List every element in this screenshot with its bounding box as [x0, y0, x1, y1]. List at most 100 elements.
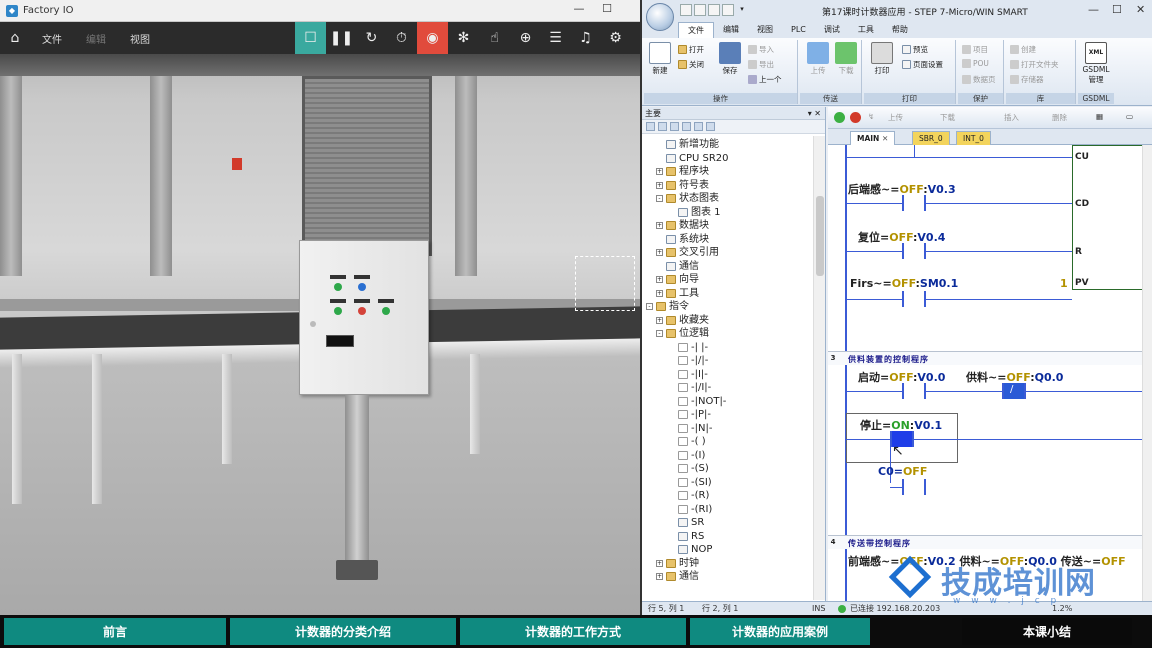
tab-plc[interactable]: PLC — [782, 22, 815, 38]
upload-button[interactable]: 上传 — [804, 42, 832, 76]
data-page-button[interactable]: 数据页 — [962, 74, 996, 85]
home-icon[interactable]: ⌂ — [0, 22, 30, 54]
minimize-icon[interactable]: — — [570, 2, 588, 20]
export-button[interactable]: 导出 — [748, 59, 774, 70]
tree-item[interactable]: + 交叉引用 — [656, 246, 719, 259]
close-tab-icon[interactable]: ✕ — [882, 134, 888, 143]
maximize-icon[interactable]: ☐ — [598, 2, 616, 20]
list-icon[interactable]: ☰ — [540, 22, 571, 54]
edit-mode-icon[interactable]: ☐ — [295, 22, 326, 54]
previous-button[interactable]: 上一个 — [748, 74, 782, 85]
close-button[interactable]: 关闭 — [678, 59, 704, 70]
expand-icon[interactable]: + — [656, 181, 663, 189]
tree-item[interactable]: SR — [678, 516, 704, 529]
tree-item[interactable]: 通信 — [666, 260, 699, 273]
tree-item[interactable]: + 向导 — [656, 273, 699, 286]
reset-button-icon[interactable] — [382, 307, 390, 315]
tree-item[interactable]: -(SI) — [678, 476, 712, 489]
tab-view[interactable]: 视图 — [748, 22, 782, 38]
nav-counter-operation[interactable]: 计数器的工作方式 — [460, 618, 686, 645]
tree-item[interactable]: + 程序块 — [656, 165, 709, 178]
page-setup-button[interactable]: 页面设置 — [902, 59, 943, 70]
tree-item[interactable]: -( ) — [678, 435, 706, 448]
collapse-icon[interactable]: - — [656, 195, 663, 202]
contact-nc-selected[interactable]: / — [1002, 383, 1026, 399]
tree-item[interactable]: + 收藏夹 — [656, 314, 709, 327]
tree-item[interactable]: + 数据块 — [656, 219, 709, 232]
gsdml-manage-button[interactable]: XML GSDML 管理 — [1082, 42, 1110, 85]
run-icon[interactable] — [834, 112, 845, 123]
collapse-icon[interactable]: - — [646, 303, 653, 310]
create-button[interactable]: 创建 — [1010, 44, 1036, 55]
nav-summary[interactable]: 本课小结 — [962, 618, 1132, 645]
project-button[interactable]: 项目 — [962, 44, 988, 55]
tree-tool-icon[interactable] — [682, 122, 691, 131]
collapse-icon[interactable]: - — [656, 330, 663, 337]
tree-tool-icon[interactable] — [670, 122, 679, 131]
minimize-icon[interactable]: — — [1088, 3, 1099, 16]
settings-icon[interactable]: ⚙ — [600, 22, 631, 54]
tree-item[interactable]: CPU SR20 — [666, 152, 729, 165]
reset-icon[interactable]: ↻ — [356, 22, 387, 54]
nav-foreword[interactable]: 前言 — [4, 618, 226, 645]
tree-tool-icon[interactable] — [658, 122, 667, 131]
tree-item[interactable]: -|P|- — [678, 408, 711, 421]
expand-icon[interactable]: + — [656, 168, 663, 175]
tab-help[interactable]: 帮助 — [883, 22, 917, 38]
tree-scroll-thumb[interactable] — [816, 196, 824, 276]
tab-debug[interactable]: 调试 — [815, 22, 849, 38]
close-icon[interactable]: ✕ — [1136, 3, 1145, 16]
editor-download-button[interactable]: 下载 — [940, 112, 955, 123]
tab-file[interactable]: 文件 — [678, 22, 714, 38]
compile-icon[interactable]: ↯ — [868, 112, 874, 121]
tree-item[interactable]: 图表 1 — [678, 206, 721, 219]
hand-icon[interactable]: ☝ — [479, 22, 510, 54]
menu-view[interactable]: 视图 — [118, 31, 162, 46]
tree-item[interactable]: - 位逻辑 — [656, 327, 709, 340]
tab-int0[interactable]: INT_0 — [956, 131, 991, 145]
tree-item[interactable]: + 时钟 — [656, 557, 699, 570]
tree-item[interactable]: -(S) — [678, 462, 709, 475]
contact[interactable] — [902, 479, 926, 495]
tab-main[interactable]: MAIN ✕ — [850, 131, 896, 145]
import-button[interactable]: 导入 — [748, 44, 774, 55]
tree-item[interactable]: - 状态图表 — [656, 192, 719, 205]
expand-icon[interactable]: + — [656, 316, 663, 324]
expand-icon[interactable]: + — [656, 573, 663, 580]
contact[interactable] — [902, 291, 926, 307]
tree-item[interactable]: 系统块 — [666, 233, 709, 246]
contact[interactable] — [902, 383, 926, 399]
app-menu-orb-icon[interactable] — [646, 3, 674, 31]
audio-icon[interactable]: ♫ — [570, 22, 601, 54]
tree-item[interactable]: 新增功能 — [666, 138, 719, 151]
qat-new-icon[interactable] — [680, 4, 692, 16]
tab-sbr0[interactable]: SBR_0 — [912, 131, 950, 145]
tree-item[interactable]: NOP — [678, 543, 712, 556]
tree-tool-icon[interactable] — [646, 122, 655, 131]
maximize-icon[interactable]: ☐ — [1112, 3, 1122, 16]
control-cabinet[interactable] — [299, 240, 429, 395]
pin-icon[interactable]: ▾ ✕ — [808, 107, 821, 120]
3d-scene-viewport[interactable] — [0, 54, 640, 615]
tree-item[interactable]: -|/I|- — [678, 381, 711, 394]
open-folder-button[interactable]: 打开文件夹 — [1010, 59, 1059, 70]
tree-item[interactable]: -|N|- — [678, 422, 712, 435]
stop-button-icon[interactable] — [358, 307, 366, 315]
menu-edit[interactable]: 编辑 — [74, 31, 118, 46]
stop-icon[interactable] — [850, 112, 861, 123]
contact[interactable] — [902, 243, 926, 259]
editor-delete-button[interactable]: 删除 — [1052, 112, 1067, 123]
tree-item[interactable]: -(R) — [678, 489, 709, 502]
tree-item[interactable]: -|I|- — [678, 368, 708, 381]
pou-button[interactable]: POU — [962, 59, 989, 68]
expand-icon[interactable]: + — [656, 276, 663, 283]
tree-tool-icon[interactable] — [706, 122, 715, 131]
tree-item[interactable]: RS — [678, 530, 704, 543]
tree-scrollbar[interactable] — [813, 136, 825, 600]
new-button[interactable]: 新建 — [646, 42, 674, 76]
menu-file[interactable]: 文件 — [30, 31, 74, 46]
start-button-icon[interactable] — [334, 307, 342, 315]
tree-item[interactable]: + 通信 — [656, 570, 699, 583]
expand-icon[interactable]: + — [656, 289, 663, 297]
tree-item[interactable]: -|/|- — [678, 354, 708, 367]
